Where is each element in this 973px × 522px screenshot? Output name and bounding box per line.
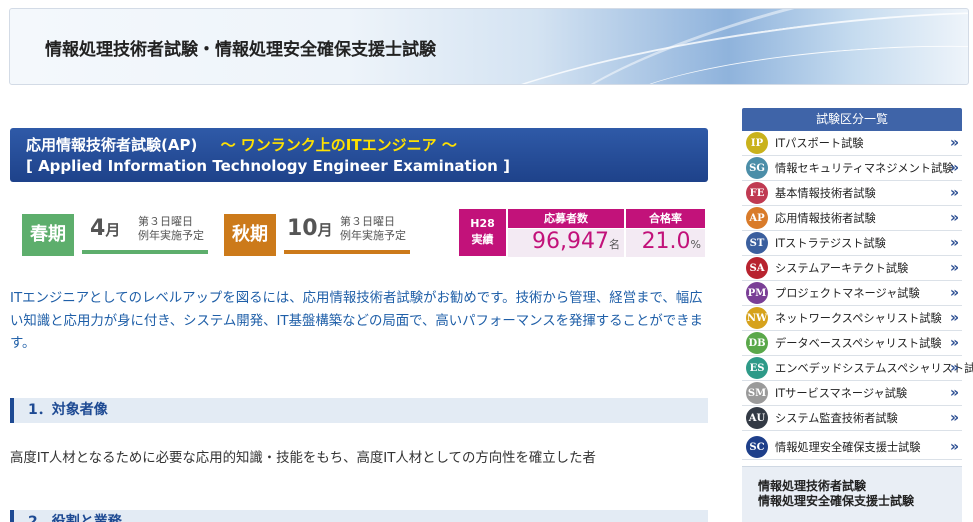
sa-badge-icon: SA xyxy=(746,257,768,279)
sidebar-item-label: ITサービスマネージャ試験 xyxy=(775,387,908,400)
applicants-value: 96,947名 xyxy=(508,229,624,257)
sidebar-item-au[interactable]: AU システム監査技術者試験 » xyxy=(742,406,962,431)
chevron-right-icon: » xyxy=(949,235,959,251)
sidebar-item-sc[interactable]: SC 情報処理安全確保支援士試験 » xyxy=(742,435,962,460)
pass-rate-value: 21.0% xyxy=(626,229,705,257)
chevron-right-icon: » xyxy=(949,310,959,326)
sidebar-item-es[interactable]: ES エンベデッドシステムスペシャリスト試験» xyxy=(742,356,973,381)
sidebar-item-fe[interactable]: FE 基本情報技術者試験 » xyxy=(742,181,962,206)
section-target-text: 高度IT人材となるために必要な応用的知識・技能をもち、高度IT人材としての方向性… xyxy=(10,451,596,466)
spring-tag: 春期 xyxy=(22,214,74,256)
sidebar-item-label: ネットワークスペシャリスト試験 xyxy=(775,312,942,325)
nw-badge-icon: NW xyxy=(746,307,768,329)
fe-badge-icon: FE xyxy=(746,182,768,204)
chevron-right-icon: » xyxy=(949,185,959,201)
chevron-right-icon: » xyxy=(949,260,959,276)
section-target-heading: 1．対象者像 xyxy=(10,398,708,423)
ap-badge-icon: AP xyxy=(746,207,768,229)
chevron-right-icon: » xyxy=(949,210,959,226)
sidebar-item-label: 基本情報技術者試験 xyxy=(775,187,876,200)
chevron-right-icon: » xyxy=(949,439,959,455)
sidebar-item-label: システムアーキテクト試験 xyxy=(775,262,909,275)
sidebar-item-st[interactable]: ST ITストラテジスト試験 » xyxy=(742,231,962,256)
site-title: 情報処理技術者試験・情報処理安全確保支援士試験 xyxy=(45,40,436,60)
sidebar-item-label: プロジェクトマネージャ試験 xyxy=(775,287,920,300)
chevron-right-icon: » xyxy=(949,285,959,301)
autumn-week: 第３日曜日 例年実施予定 xyxy=(340,215,406,242)
sg-badge-icon: SG xyxy=(746,157,768,179)
es-badge-icon: ES xyxy=(746,357,768,379)
sidebar-item-label: 情報セキュリティマネジメント試験 xyxy=(775,162,954,175)
exam-category-sidebar: 試験区分一覧 IP ITパスポート試験» SG 情報セキュリティマネジメント試験» FE… xyxy=(742,108,973,460)
sidebar-item-ap[interactable]: AP 応用情報技術者試験 » xyxy=(742,206,962,231)
chevron-right-icon: » xyxy=(949,160,959,176)
sidebar-item-label: 応用情報技術者試験 xyxy=(775,212,876,225)
sidebar-item-sg[interactable]: SG 情報セキュリティマネジメント試験» xyxy=(742,156,962,181)
sidebar-footer[interactable]: 情報処理技術者試験 情報処理安全確保支援士試験 xyxy=(742,466,962,522)
sidebar-item-ip[interactable]: IP ITパスポート試験 » xyxy=(742,131,962,156)
sidebar-item-sm[interactable]: SM ITサービスマネージャ試験 » xyxy=(742,381,962,406)
sidebar-item-label: エンベデッドシステムスペシャリスト試験 xyxy=(775,362,973,375)
chevron-right-icon: » xyxy=(949,360,959,376)
sidebar-item-db[interactable]: DB データベーススペシャリスト試験 » xyxy=(742,331,962,356)
exam-subtitle: 〜 ワンランク上のITエンジニア 〜 xyxy=(220,136,457,154)
sc-badge-icon: SC xyxy=(746,436,768,458)
sidebar-item-label: データベーススペシャリスト試験 xyxy=(775,337,942,350)
au-badge-icon: AU xyxy=(746,407,768,429)
autumn-tag: 秋期 xyxy=(224,214,276,256)
sidebar-item-pm[interactable]: PM プロジェクトマネージャ試験 » xyxy=(742,281,962,306)
exam-title-bar: 応用情報技術者試験(AP) 〜 ワンランク上のITエンジニア 〜 [ Appli… xyxy=(10,128,708,182)
autumn-month: 10月 xyxy=(287,216,333,241)
sm-badge-icon: SM xyxy=(746,382,768,404)
sidebar-item-label: 情報処理安全確保支援士試験 xyxy=(775,441,921,454)
exam-title-en: [ Applied Information Technology Enginee… xyxy=(26,157,510,175)
chevron-right-icon: » xyxy=(949,135,959,151)
chevron-right-icon: » xyxy=(949,410,959,426)
sidebar-item-label: ITパスポート試験 xyxy=(775,137,864,150)
intro-text: ITエンジニアとしてのレベルアップを図るには、応用情報技術者試験がお勧めです。技… xyxy=(10,291,703,351)
exam-title-ja: 応用情報技術者試験(AP) xyxy=(26,136,198,154)
ip-badge-icon: IP xyxy=(746,132,768,154)
sidebar-item-sa[interactable]: SA システムアーキテクト試験 » xyxy=(742,256,962,281)
st-badge-icon: ST xyxy=(746,232,768,254)
spring-week: 第３日曜日 例年実施予定 xyxy=(138,215,204,242)
spring-underline xyxy=(82,250,208,254)
pass-rate-label: 合格率 xyxy=(626,209,705,228)
autumn-underline xyxy=(284,250,410,254)
chevron-right-icon: » xyxy=(949,385,959,401)
sidebar-item-label: ITストラテジスト試験 xyxy=(775,237,886,250)
spring-month: 4月 xyxy=(90,216,121,241)
stats-year-badge: H28 実績 xyxy=(459,209,506,256)
header-banner: 情報処理技術者試験・情報処理安全確保支援士試験 xyxy=(9,8,969,85)
sidebar-heading: 試験区分一覧 xyxy=(742,108,962,131)
chevron-right-icon: » xyxy=(949,335,959,351)
sidebar-item-label: システム監査技術者試験 xyxy=(775,412,898,425)
section-role-heading: 2．役割と業務 xyxy=(10,510,708,522)
db-badge-icon: DB xyxy=(746,332,768,354)
pm-badge-icon: PM xyxy=(746,282,768,304)
sidebar-item-nw[interactable]: NW ネットワークスペシャリスト試験 » xyxy=(742,306,962,331)
applicants-label: 応募者数 xyxy=(508,209,624,228)
